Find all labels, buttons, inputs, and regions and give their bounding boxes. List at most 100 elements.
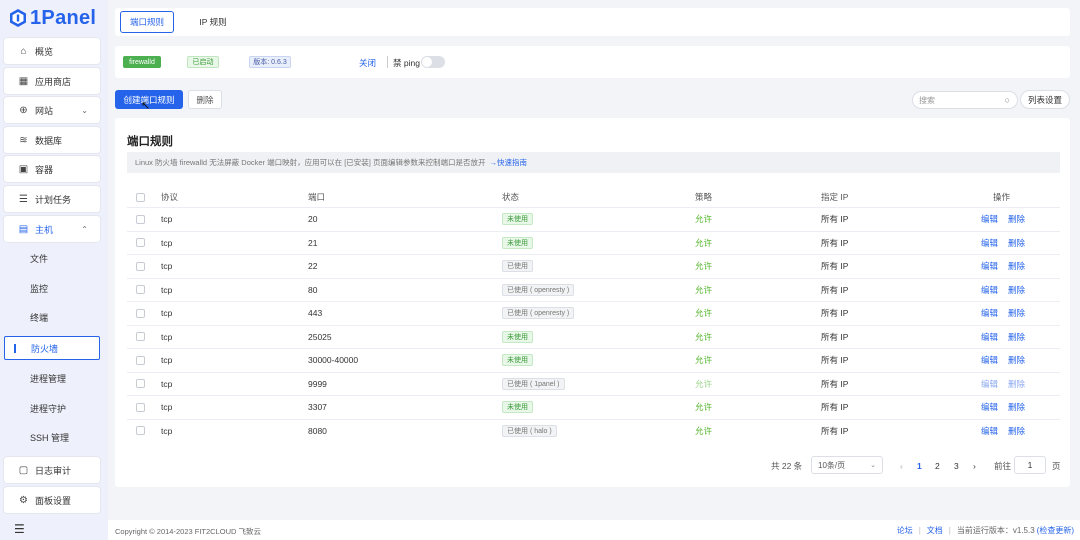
sidebar-subitem-process[interactable]: 进程管理 [4,366,100,390]
table-row: tcp 20 未使用 允许 所有 IP 编辑 删除 [127,207,1060,231]
delete-row-button[interactable]: 删除 [1008,425,1025,437]
page-title: 端口规则 [127,136,173,148]
delete-row-button[interactable]: 删除 [1008,378,1025,390]
sidebar-subitem-monitor[interactable]: 监控 [4,276,100,300]
sidebar-subitem-label: 防火墙 [31,343,59,354]
sidebar-subitem-supervisor[interactable]: 进程守护 [4,396,100,420]
sidebar-item-host[interactable]: ▤ 主机 ⌃ [4,216,100,242]
row-checkbox[interactable] [136,214,145,224]
quick-guide-link[interactable]: →快速指南 [489,157,527,168]
docs-link[interactable]: 文档 [927,525,943,536]
column-settings-button[interactable]: 列表设置 [1020,90,1070,109]
select-all-checkbox[interactable] [136,192,145,202]
sidebar-subitem-terminal[interactable]: 终端 [4,305,100,329]
edit-button[interactable]: 编辑 [981,354,998,366]
sidebar-subitem-firewall[interactable]: 防火墙 [4,336,100,360]
delete-row-button[interactable]: 删除 [1008,331,1025,343]
strategy-cell: 允许 [695,308,713,319]
protocol-cell: tcp [161,378,173,389]
next-page-icon[interactable]: › [973,457,976,475]
edit-button[interactable]: 编辑 [981,425,998,437]
row-checkbox[interactable] [136,308,145,318]
delete-row-button[interactable]: 删除 [1008,260,1025,272]
protocol-cell: tcp [161,284,173,295]
edit-button[interactable]: 编辑 [981,378,998,390]
prev-page-icon[interactable]: ‹ [900,457,903,475]
divider: | [948,526,951,535]
status-badge: 已使用 ( 1panel ) [502,377,565,390]
database-icon: ≋ [19,134,28,146]
sidebar-item-database[interactable]: ≋ 数据库 [4,127,100,153]
globe-icon: ⊕ [19,104,28,116]
app-logo[interactable]: 1Panel [10,6,96,30]
sidebar-item-overview[interactable]: ⌂ 概览 [4,38,100,64]
stop-firewall-link[interactable]: 关闭 [359,57,376,69]
row-checkbox[interactable] [136,285,145,295]
delete-row-button[interactable]: 删除 [1008,284,1025,296]
edit-button[interactable]: 编辑 [981,213,998,225]
column-header[interactable]: 策略 [695,188,712,206]
check-update-link[interactable]: (检查更新) [1037,525,1074,536]
edit-button[interactable]: 编辑 [981,237,998,249]
tab-port-rules[interactable]: 端口规则 [120,11,174,33]
page-size-select[interactable]: 10条/页 ⌄ [811,456,883,474]
divider: | [918,526,921,535]
table-row: tcp 30000-40000 未使用 允许 所有 IP 编辑 删除 [127,348,1060,372]
sidebar-item-cron[interactable]: ☰ 计划任务 [4,186,100,212]
edit-button[interactable]: 编辑 [981,260,998,272]
column-header[interactable]: 状态 [502,188,519,206]
sidebar-subitem-label: SSH 管理 [30,432,70,443]
delete-button[interactable]: 删除 [188,90,222,109]
table-row: tcp 443 已使用 ( openresty ) 允许 所有 IP 编辑 删除 [127,301,1060,325]
row-checkbox[interactable] [136,355,145,365]
sidebar-item-app-store[interactable]: ▦ 应用商店 [4,68,100,94]
delete-row-button[interactable]: 删除 [1008,213,1025,225]
delete-row-button[interactable]: 删除 [1008,237,1025,249]
version-text: 当前运行版本：v1.5.3 [956,526,1035,535]
row-checkbox[interactable] [136,261,145,271]
edit-button[interactable]: 编辑 [981,307,998,319]
ping-toggle[interactable] [421,56,445,68]
page-number[interactable]: 1 [917,457,922,475]
row-checkbox[interactable] [136,379,145,389]
column-header[interactable]: 端口 [308,188,325,206]
tab-ip-rules[interactable]: IP 规则 [189,11,237,33]
row-checkbox[interactable] [136,238,145,248]
sidebar-subitem-ssh[interactable]: SSH 管理 [4,425,100,449]
goto-page-input[interactable]: 1 [1014,456,1046,474]
port-cell: 9999 [308,378,327,389]
row-checkbox[interactable] [136,426,145,436]
edit-button[interactable]: 编辑 [981,401,998,413]
page-number[interactable]: 2 [935,457,940,475]
column-header[interactable]: 指定 IP [821,188,848,206]
delete-row-button[interactable]: 删除 [1008,354,1025,366]
protocol-cell: tcp [161,214,173,225]
sidebar-item-logs[interactable]: ▢ 日志审计 [4,457,100,483]
menu-collapse-icon[interactable]: ☰ [14,522,25,536]
sidebar-item-settings[interactable]: ⚙ 面板设置 [4,487,100,513]
table-row: tcp 9999 已使用 ( 1panel ) 允许 所有 IP 编辑 删除 [127,371,1060,396]
column-header[interactable]: 协议 [161,188,178,206]
quick-guide-label: 快速指南 [496,158,527,167]
row-checkbox[interactable] [136,332,145,342]
delete-row-button[interactable]: 删除 [1008,307,1025,319]
page-size-value: 10条/页 [818,460,846,470]
sidebar-item-container[interactable]: ▣ 容器 [4,156,100,182]
edit-button[interactable]: 编辑 [981,331,998,343]
protocol-cell: tcp [161,331,173,342]
chevron-up-icon: ⌃ [81,224,88,234]
forum-link[interactable]: 论坛 [897,525,913,536]
edit-button[interactable]: 编辑 [981,284,998,296]
page-number[interactable]: 3 [954,457,959,475]
search-input[interactable]: 搜索 ○ [912,91,1018,109]
sidebar-item-website[interactable]: ⊕ 网站 ⌄ [4,97,100,123]
status-badge: 已使用 ( halo ) [502,424,557,437]
sidebar-subitem-files[interactable]: 文件 [4,246,100,270]
delete-row-button[interactable]: 删除 [1008,401,1025,413]
goto-label: 前往 [994,461,1012,471]
table-row: tcp 80 已使用 ( openresty ) 允许 所有 IP 编辑 删除 [127,277,1060,302]
column-header: 操作 [993,192,1011,202]
row-checkbox[interactable] [136,402,145,412]
status-badge: 已启动 [187,56,219,68]
search-icon[interactable]: ○ [1005,95,1010,105]
